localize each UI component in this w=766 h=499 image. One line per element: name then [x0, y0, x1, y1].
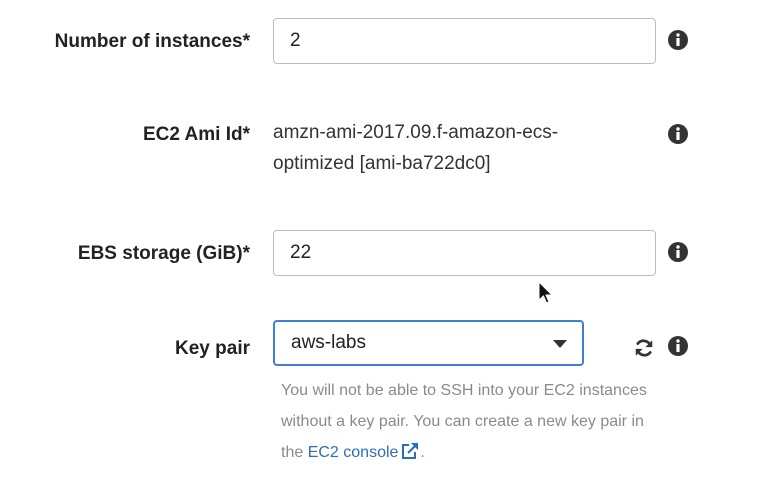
ec2-console-link-text: EC2 console: [307, 444, 399, 461]
keypair-help-end: .: [420, 444, 425, 461]
external-link-icon: [402, 443, 419, 459]
instances-input[interactable]: [273, 18, 656, 64]
ecs-cluster-form: Number of instances* EC2 Ami Id* amzn-am…: [0, 0, 766, 499]
keypair-label: Key pair: [175, 338, 250, 359]
ebs-input[interactable]: [273, 230, 656, 276]
keypair-selected-value: aws-labs: [291, 332, 366, 353]
keypair-select[interactable]: aws-labs: [273, 320, 584, 366]
ami-label: EC2 Ami Id*: [143, 124, 250, 145]
info-icon[interactable]: [668, 336, 688, 356]
ec2-console-link[interactable]: EC2 console: [307, 443, 421, 461]
ebs-label: EBS storage (GiB)*: [77, 243, 250, 264]
keypair-help-text: You will not be able to SSH into your EC…: [281, 375, 661, 468]
info-icon[interactable]: [668, 30, 688, 50]
ami-value: amzn-ami-2017.09.f-amazon-ecs-optimized …: [273, 122, 559, 174]
chevron-down-icon: [553, 340, 567, 348]
info-icon[interactable]: [668, 242, 688, 262]
instances-label: Number of instances*: [54, 31, 250, 52]
info-icon[interactable]: [668, 124, 688, 144]
mouse-cursor: [538, 281, 554, 304]
refresh-icon[interactable]: [633, 337, 655, 359]
